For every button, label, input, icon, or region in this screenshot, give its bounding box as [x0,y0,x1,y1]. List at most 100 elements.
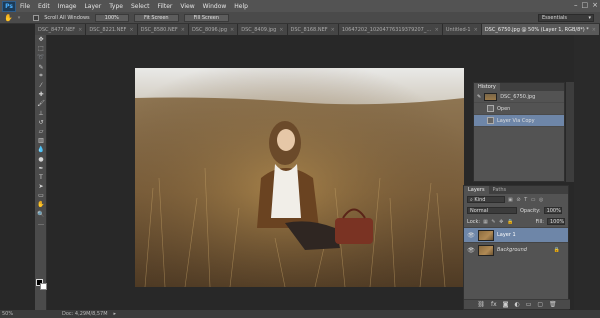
tab-history[interactable]: History [474,83,500,91]
right-dock-background [574,35,600,310]
doc-tab-active[interactable]: DSC_6750.jpg @ 50% (Layer 1, RGB/8*) * × [481,24,600,35]
crop-tool-icon[interactable]: ⌗ [35,72,47,81]
hand-tool-icon[interactable]: ✋ [35,200,47,209]
layer-row-background[interactable]: 👁 Background 🔒 [464,242,568,257]
brush-source-icon[interactable]: ✎ [477,94,481,100]
hand-tool-icon[interactable]: ✋ [4,14,13,22]
fit-screen-button[interactable]: Fit Screen [133,13,179,22]
doc-tab[interactable]: 10647202_10204776319379207_2909540115386… [338,24,443,35]
close-tab-icon[interactable]: × [592,27,596,33]
close-tab-icon[interactable]: × [474,27,478,33]
doc-tab[interactable]: DSC_8477.NEF × [35,24,87,35]
menu-select[interactable]: Select [127,3,154,10]
menu-layer[interactable]: Layer [80,3,105,10]
doc-tab-label: DSC_8580.NEF [140,26,178,33]
close-tab-icon[interactable]: × [435,27,439,33]
layer-filter-select[interactable]: ⌕ Kind [467,196,505,203]
fx-icon[interactable]: fx [491,301,497,308]
healing-brush-tool-icon[interactable]: ✚ [35,90,47,99]
doc-tab[interactable]: DSC_8096.jpg × [188,24,239,35]
maximize-button[interactable]: □ [582,1,589,9]
visibility-eye-icon[interactable]: 👁 [467,247,475,254]
doc-tab[interactable]: DSC_8221.NEF × [86,24,138,35]
move-tool-icon[interactable]: ✥ [35,35,47,44]
filter-icons[interactable]: ▣ ⊘ T ▭ ◎ [508,197,544,203]
adjustment-layer-icon[interactable]: ◐ [514,301,519,308]
tab-paths[interactable]: Paths [489,186,511,194]
scroll-all-windows-checkbox[interactable] [33,14,40,21]
scroll-all-windows-label: Scroll All Windows [44,14,90,21]
close-tab-icon[interactable]: × [230,27,234,33]
menu-bar: Ps File Edit Image Layer Type Select Fil… [0,0,600,12]
blur-tool-icon[interactable]: 💧 [35,145,47,154]
history-state-open[interactable]: Open [474,103,564,115]
doc-tab[interactable]: DSC_8168.NEF × [287,24,339,35]
dodge-tool-icon[interactable]: ● [35,154,47,163]
trash-icon[interactable]: 🗑 [549,301,557,308]
workspace-select[interactable]: Essentials ▾ [538,14,594,22]
options-bar: ✋ ▾ Scroll All Windows 100% Fit Screen F… [0,12,600,24]
history-snapshot[interactable]: ✎ DSC_6750.jpg [474,91,564,103]
eyedropper-tool-icon[interactable]: ⁄ [35,81,47,90]
blend-mode-select[interactable]: Normal [467,207,517,214]
type-tool-icon[interactable]: T [35,173,47,182]
snapshot-thumbnail [484,92,498,101]
close-tab-icon[interactable]: × [279,27,283,33]
background-color-swatch[interactable] [40,283,47,290]
history-panel-tabs: History [474,83,564,91]
menu-filter[interactable]: Filter [154,3,177,10]
layer-row-layer-1[interactable]: 👁 Layer 1 [464,227,568,242]
close-tab-icon[interactable]: × [129,27,133,33]
pen-tool-icon[interactable]: ✒ [35,164,47,173]
layers-panel: Layers Paths ⌕ Kind ▣ ⊘ T ▭ ◎ Normal Opa… [463,185,570,310]
new-layer-icon[interactable]: ▢ [537,301,543,308]
eraser-tool-icon[interactable]: ▱ [35,127,47,136]
marquee-tool-icon[interactable]: ⬚ [35,44,47,53]
history-state-layer-via-copy[interactable]: Layer Via Copy [474,115,564,127]
add-mask-icon[interactable]: ◙ [503,301,509,308]
close-button[interactable]: × [592,1,598,9]
zoom-100-button[interactable]: 100% [94,13,129,22]
group-folder-icon[interactable]: ▭ [526,301,532,308]
menu-edit[interactable]: Edit [34,3,54,10]
quick-select-tool-icon[interactable]: ✎ [35,63,47,72]
lock-fill-row: Lock: ▦ ✎ ✥ 🔒 Fill: 100% [464,216,568,227]
doc-tab[interactable]: DSC_8580.NEF × [137,24,189,35]
close-tab-icon[interactable]: × [331,27,335,33]
doc-tab[interactable]: Untitled-1 × [442,24,482,35]
menu-help[interactable]: Help [230,3,252,10]
close-tab-icon[interactable]: × [181,27,185,33]
link-layers-icon[interactable]: ⛓ [477,301,485,308]
zoom-tool-icon[interactable]: 🔍 [35,210,47,219]
lock-icons[interactable]: ▦ ✎ ✥ 🔒 [483,219,514,225]
shape-tool-icon[interactable]: ▭ [35,191,47,200]
close-tab-icon[interactable]: × [78,27,82,33]
doc-tab[interactable]: DSC_8409.jpg × [238,24,288,35]
fill-screen-button[interactable]: Fill Screen [183,13,230,22]
brush-tool-icon[interactable]: 🖌 [35,99,47,108]
minimize-button[interactable]: – [574,1,578,9]
color-swatches[interactable] [36,279,48,295]
layer-name: Layer 1 [497,232,516,238]
tab-layers[interactable]: Layers [464,186,489,194]
status-arrow-icon[interactable]: ▸ [114,311,117,317]
opacity-input[interactable]: 100% [543,207,562,214]
menu-view[interactable]: View [176,3,198,10]
menu-type[interactable]: Type [105,3,127,10]
path-select-tool-icon[interactable]: ➤ [35,182,47,191]
more-tools-icon[interactable]: … [35,219,47,228]
menu-file[interactable]: File [16,3,34,10]
menu-image[interactable]: Image [54,3,81,10]
filter-value: Kind [474,196,486,203]
gradient-tool-icon[interactable]: ▥ [35,136,47,145]
history-brush-tool-icon[interactable]: ↺ [35,118,47,127]
zoom-level[interactable]: 50% [2,311,42,317]
visibility-eye-icon[interactable]: 👁 [467,232,475,239]
fill-input[interactable]: 100% [547,218,565,225]
document-canvas-photo[interactable] [135,68,464,287]
dropdown-arrow-icon[interactable]: ▾ [18,15,21,21]
status-bar: 50% Doc: 4,29M/8,57M ▸ [0,310,600,318]
clone-stamp-tool-icon[interactable]: ⊥ [35,109,47,118]
lasso-tool-icon[interactable]: ➰ [35,53,47,62]
menu-window[interactable]: Window [199,3,231,10]
